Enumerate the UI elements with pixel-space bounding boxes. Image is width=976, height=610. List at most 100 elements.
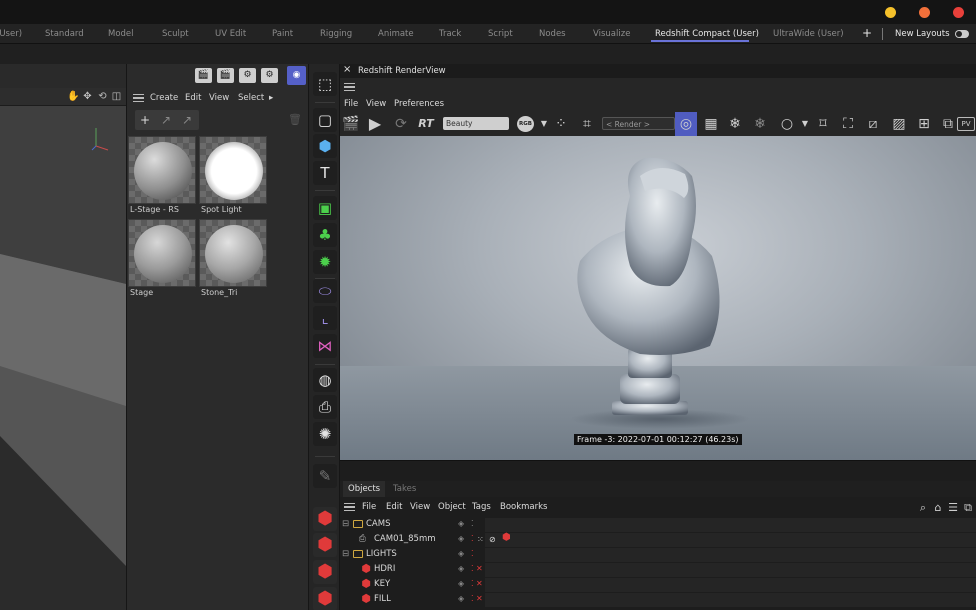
hamburger-menu-icon[interactable]	[344, 503, 355, 511]
clapper-render-active-icon[interactable]: 🎬	[217, 68, 234, 83]
add-snapshot-icon[interactable]: ⊞	[915, 115, 933, 133]
start-render-icon[interactable]: ▶	[366, 115, 384, 133]
crop-icon[interactable]: ⌗	[578, 115, 596, 133]
layout-tab-track[interactable]: Track	[439, 29, 461, 39]
rectangle-select-icon[interactable]: ▢	[313, 108, 337, 132]
add-layout-button[interactable]: +	[862, 26, 872, 40]
object-row-cam01[interactable]: ⎙ CAM01_85mm ◈ ⁚	[340, 532, 485, 547]
viewport-panel[interactable]: ✋ ✥ ⟲ ◫	[0, 64, 126, 610]
rotate-icon[interactable]: ⟲	[97, 91, 108, 102]
layout-tab-standard[interactable]: Standard	[45, 29, 84, 39]
material-swatch-l-stage[interactable]	[128, 136, 196, 204]
menu-tags[interactable]: Tags	[472, 502, 491, 512]
deformer-bend-icon[interactable]: ⬭	[313, 279, 337, 303]
layout-tab-sculpt[interactable]: Sculpt	[162, 29, 189, 39]
render-settings-icon[interactable]: ⚙	[239, 68, 256, 83]
menu-edit[interactable]: Edit	[386, 502, 402, 512]
add-material-icon[interactable]: +	[137, 112, 153, 128]
snowflake-icon[interactable]: ❄	[726, 115, 744, 133]
light-bulb-icon[interactable]: ✺	[313, 422, 337, 446]
subdivision-icon[interactable]: ▣	[313, 196, 337, 220]
text-tool-icon[interactable]: T	[313, 161, 337, 185]
tab-takes[interactable]: Takes	[393, 484, 416, 494]
menu-preferences[interactable]: Preferences	[394, 99, 444, 109]
visibility-dots-icon[interactable]: ⁚	[471, 594, 474, 604]
hamburger-menu-icon[interactable]	[344, 83, 355, 91]
layout-tab-nodes[interactable]: Nodes	[539, 29, 566, 39]
layout-tab-animate[interactable]: Animate	[378, 29, 414, 39]
menu-object[interactable]: Object	[438, 502, 466, 512]
visibility-dots-icon[interactable]: ⁚	[471, 534, 474, 544]
menu-view[interactable]: View	[209, 93, 229, 103]
visibility-dots-icon[interactable]: ⁚	[471, 519, 474, 529]
camera-icon[interactable]: ⎙	[313, 395, 337, 419]
layout-tab-visualize[interactable]: Visualize	[593, 29, 630, 39]
new-window-icon[interactable]: ⧉	[959, 499, 976, 517]
layout-tab-script[interactable]: Script	[488, 29, 513, 39]
material-sphere-icon[interactable]: ◉	[287, 66, 306, 85]
image-icon[interactable]: ▨	[890, 115, 908, 133]
focus-picker-icon[interactable]: ◎	[675, 112, 697, 136]
field-icon[interactable]: ⋈	[313, 334, 337, 358]
layout-tab-uv-edit[interactable]: UV Edit	[215, 29, 246, 39]
pv-button[interactable]: PV	[957, 117, 975, 131]
clapper-icon[interactable]: 🎬	[342, 115, 360, 133]
circle-icon[interactable]: ○	[778, 115, 796, 133]
visibility-dots-icon[interactable]: ⁚	[471, 564, 474, 574]
bucket-grid-icon[interactable]: ▦	[702, 115, 720, 133]
pen-tool-icon[interactable]: ✎	[313, 464, 337, 488]
object-row-lights[interactable]: ⊟ LIGHTS ◈ ⁚	[340, 547, 485, 562]
material-swatch-spot-light[interactable]	[199, 136, 267, 204]
disabled-x-icon[interactable]: ✕	[476, 594, 483, 604]
menu-view[interactable]: View	[366, 99, 386, 109]
deformer-box-icon[interactable]: ⌞	[313, 306, 337, 330]
render-queue-icon[interactable]: ⚙	[261, 68, 278, 83]
layout-tab-ultrawide[interactable]: UltraWide (User)	[773, 29, 844, 39]
grid-dots-icon[interactable]: ⁘	[552, 115, 570, 133]
link-material-icon[interactable]: ↗	[158, 112, 174, 128]
object-row-cams[interactable]: ⊟ CAMS ◈ ⁚	[340, 517, 485, 532]
live-selection-icon[interactable]: ⬚	[313, 72, 337, 96]
visibility-dots-icon[interactable]: ⁚	[471, 579, 474, 589]
disabled-x-icon[interactable]: ✕	[476, 564, 483, 574]
maximize-button[interactable]	[919, 7, 930, 18]
effector-gear-icon[interactable]: ✹	[313, 250, 337, 274]
no-region-icon[interactable]: ⧄	[864, 115, 882, 133]
cloner-icon[interactable]: ♣	[313, 223, 337, 247]
redshift-object-icon[interactable]: ⬢	[313, 507, 337, 531]
menu-select[interactable]: Select	[238, 93, 264, 103]
minimize-button[interactable]	[885, 7, 896, 18]
material-swatch-stage[interactable]	[128, 219, 196, 287]
object-row-fill[interactable]: ⬢ FILL ◈ ⁚ ✕	[340, 592, 485, 607]
redshift-proxy-icon[interactable]: ⬢	[313, 587, 337, 610]
rt-toggle[interactable]: RT	[417, 115, 435, 133]
menu-more-arrow[interactable]: ▸	[269, 93, 273, 103]
target-tag-icon[interactable]: ⁙	[477, 535, 484, 545]
layout-tab-model[interactable]: Model	[108, 29, 134, 39]
layout-tab-paint[interactable]: Paint	[272, 29, 293, 39]
cube-icon[interactable]: ⬢	[313, 134, 337, 158]
environment-globe-icon[interactable]: ◍	[313, 368, 337, 392]
hamburger-menu-icon[interactable]	[133, 94, 144, 102]
chevron-down-icon[interactable]: ▼	[796, 115, 814, 133]
trash-icon[interactable]: 🗑	[287, 112, 303, 128]
aov-dropdown[interactable]: Beauty	[443, 117, 509, 130]
snapshots-icon[interactable]: ⧉	[939, 115, 957, 133]
expand-toggle-icon[interactable]: ⊟	[342, 549, 349, 559]
layout-tab-redshift-compact[interactable]: Redshift Compact (User)	[655, 29, 759, 39]
clapper-render-icon[interactable]: 🎬	[195, 68, 212, 83]
tab-objects[interactable]: Objects	[343, 481, 386, 497]
visibility-dots-icon[interactable]: ⁚	[471, 549, 474, 559]
menu-file[interactable]: File	[344, 99, 358, 109]
pan-hand-icon[interactable]: ✋	[67, 91, 79, 102]
apply-material-icon[interactable]: ↗	[179, 112, 195, 128]
region-select-icon[interactable]: ⌑	[814, 115, 832, 133]
layout-tab-user[interactable]: (User)	[0, 29, 22, 39]
close-button[interactable]	[953, 7, 964, 18]
redshift-camera-icon[interactable]: ⬢	[313, 533, 337, 557]
menu-view[interactable]: View	[410, 502, 430, 512]
chevron-down-icon[interactable]: ▼	[535, 115, 553, 133]
menu-create[interactable]: Create	[150, 93, 178, 103]
layout-toggle-switch[interactable]	[955, 30, 969, 38]
expand-icon[interactable]: ⛶	[839, 115, 857, 133]
